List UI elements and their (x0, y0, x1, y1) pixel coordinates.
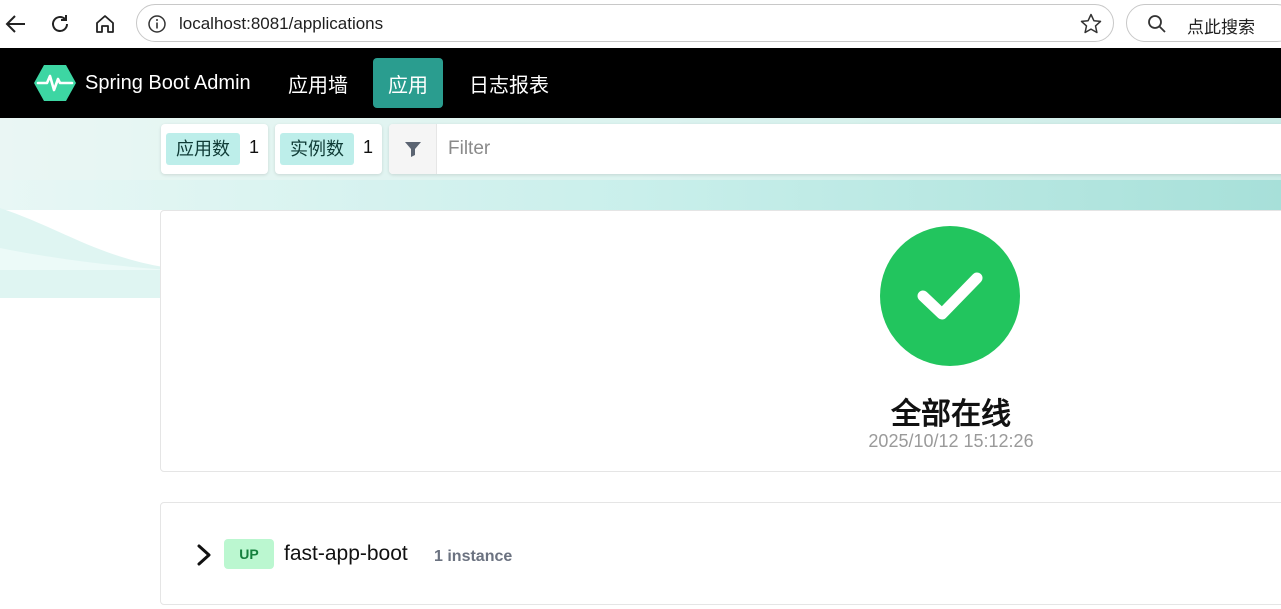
reload-button[interactable] (44, 8, 76, 40)
status-timestamp: 2025/10/12 15:12:26 (868, 431, 1034, 451)
brand-title[interactable]: Spring Boot Admin (85, 72, 251, 95)
app-header: Spring Boot Admin 应用墙 应用 日志报表 (0, 48, 1281, 118)
home-icon (96, 15, 114, 33)
filter-icon-cell (389, 124, 437, 174)
filter-box (389, 124, 1281, 174)
address-bar[interactable]: localhost:8081/applications (136, 4, 1114, 42)
bookmark-star-icon[interactable] (1079, 12, 1103, 36)
search-icon (1148, 15, 1166, 33)
nav-item-log-report[interactable]: 日志报表 (454, 58, 564, 108)
status-card: 全部在线 2025/10/12 15:12:26 (160, 210, 1281, 472)
filter-funnel-icon (404, 142, 421, 157)
nav-item-applications[interactable]: 应用 (373, 58, 443, 108)
reload-icon (52, 15, 68, 32)
status-badge: UP (224, 539, 274, 569)
filter-toolbar: 应用数 1 实例数 1 (0, 118, 1281, 180)
check-circle-icon (917, 272, 983, 320)
chevron-right-icon[interactable] (194, 543, 214, 567)
instance-count: 1 instance (434, 548, 513, 565)
status-title: 全部在线 (891, 398, 1011, 431)
home-button[interactable] (89, 8, 121, 40)
filter-input[interactable] (438, 124, 1281, 174)
nav-item-wallboard[interactable]: 应用墙 (273, 58, 363, 108)
site-info-icon[interactable] (147, 14, 167, 34)
back-arrow-icon (5, 15, 25, 33)
search-placeholder: 点此搜索 (1187, 18, 1255, 37)
browser-search-box[interactable]: 点此搜索 (1126, 4, 1281, 42)
all-up-status (880, 226, 1020, 366)
back-button[interactable] (0, 8, 32, 40)
app-count-pill: 应用数 1 (161, 124, 268, 174)
url-text[interactable]: localhost:8081/applications (179, 14, 383, 34)
browser-toolbar: localhost:8081/applications 点此搜索 (0, 0, 1281, 48)
instance-count-label: 实例数 (280, 133, 354, 165)
application-list: UP fast-app-boot 1 instance (160, 502, 1281, 605)
instance-count-pill: 实例数 1 (275, 124, 382, 174)
spring-boot-admin-logo-icon[interactable] (34, 65, 76, 101)
app-count-value: 1 (249, 137, 260, 157)
application-name[interactable]: fast-app-boot (284, 542, 408, 566)
instance-count-value: 1 (363, 137, 374, 157)
app-count-label: 应用数 (166, 133, 240, 165)
